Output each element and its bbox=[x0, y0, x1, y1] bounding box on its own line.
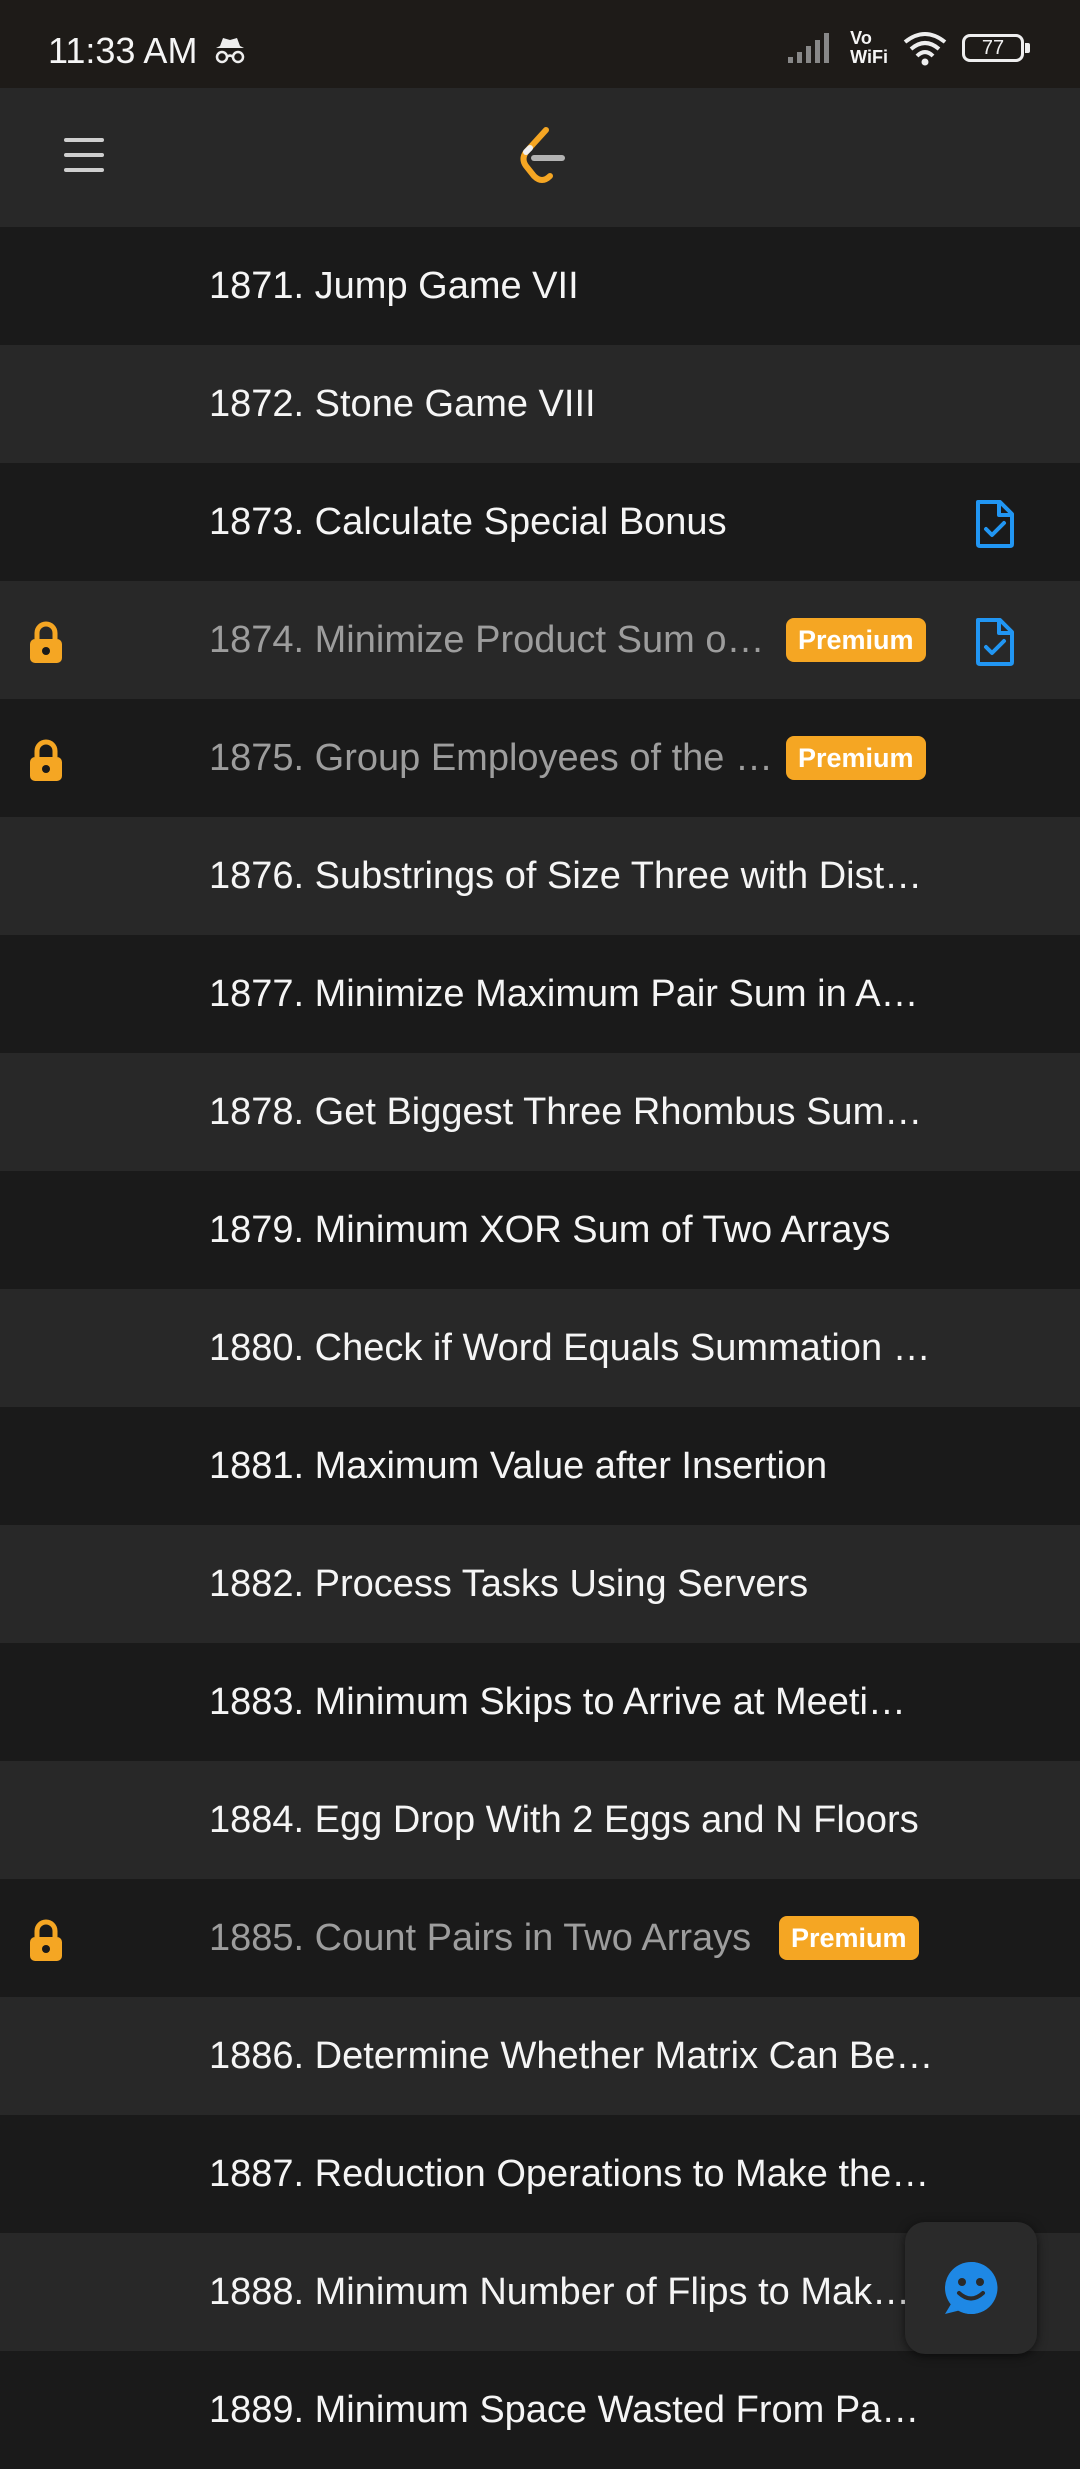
problem-row[interactable]: 1886. Determine Whether Matrix Can Be… bbox=[0, 1997, 1080, 2115]
problem-row[interactable]: 1882. Process Tasks Using Servers bbox=[0, 1525, 1080, 1643]
problem-row[interactable]: 1874. Minimize Product Sum o… Premium bbox=[0, 581, 1080, 699]
problem-title: 1885. Count Pairs in Two Arrays bbox=[209, 1917, 752, 1959]
problem-row[interactable]: 1884. Egg Drop With 2 Eggs and N Floors bbox=[0, 1761, 1080, 1879]
problem-row[interactable]: 1876. Substrings of Size Three with Dist… bbox=[0, 817, 1080, 935]
problem-row[interactable]: 1871. Jump Game VII bbox=[0, 227, 1080, 345]
problem-title: 1873. Calculate Special Bonus bbox=[209, 501, 727, 543]
problem-row[interactable]: 1885. Count Pairs in Two Arrays Premium bbox=[0, 1879, 1080, 1997]
premium-badge: Premium bbox=[779, 1916, 919, 1960]
problem-list: 1871. Jump Game VII 1872. Stone Game VIII… bbox=[0, 227, 1080, 2469]
problem-row[interactable]: 1887. Reduction Operations to Make the… bbox=[0, 2115, 1080, 2233]
problem-row[interactable]: 1873. Calculate Special Bonus bbox=[0, 463, 1080, 581]
problem-title: 1883. Minimum Skips to Arrive at Meeti… bbox=[209, 1681, 906, 1723]
problem-row[interactable]: 1877. Minimize Maximum Pair Sum in A… bbox=[0, 935, 1080, 1053]
incognito-icon bbox=[215, 38, 245, 64]
problem-title: 1884. Egg Drop With 2 Eggs and N Floors bbox=[209, 1799, 919, 1841]
problem-title: 1882. Process Tasks Using Servers bbox=[209, 1563, 809, 1605]
status-time: 11:33 AM bbox=[48, 30, 198, 71]
lock-icon bbox=[26, 739, 66, 788]
leetcode-logo bbox=[520, 127, 565, 183]
problem-title: 1877. Minimize Maximum Pair Sum in A… bbox=[209, 973, 919, 1015]
solution-doc-icon bbox=[972, 498, 1018, 555]
premium-badge: Premium bbox=[786, 618, 926, 662]
wifi-icon bbox=[903, 32, 947, 66]
problem-title: 1881. Maximum Value after Insertion bbox=[209, 1445, 828, 1487]
premium-badge: Premium bbox=[786, 736, 926, 780]
problem-row[interactable]: 1872. Stone Game VIII bbox=[0, 345, 1080, 463]
app-bar bbox=[0, 88, 1080, 227]
problem-title: 1886. Determine Whether Matrix Can Be… bbox=[209, 2035, 934, 2077]
problem-title: 1887. Reduction Operations to Make the… bbox=[209, 2153, 930, 2195]
vowifi-top: Vo bbox=[850, 28, 872, 48]
feedback-button[interactable] bbox=[905, 2222, 1037, 2354]
vowifi-indicator: Vo WiFi bbox=[850, 29, 888, 67]
vowifi-bottom: WiFi bbox=[850, 47, 888, 67]
problem-title: 1871. Jump Game VII bbox=[209, 265, 579, 307]
solution-doc-icon bbox=[972, 616, 1018, 673]
problem-row[interactable]: 1881. Maximum Value after Insertion bbox=[0, 1407, 1080, 1525]
problem-title: 1878. Get Biggest Three Rhombus Sum… bbox=[209, 1091, 923, 1133]
smiley-chat-icon bbox=[945, 2261, 998, 2314]
problem-row[interactable]: 1875. Group Employees of the … Premium bbox=[0, 699, 1080, 817]
problem-row[interactable]: 1883. Minimum Skips to Arrive at Meeti… bbox=[0, 1643, 1080, 1761]
problem-title: 1872. Stone Game VIII bbox=[209, 383, 596, 425]
problem-title: 1889. Minimum Space Wasted From Pa… bbox=[209, 2389, 920, 2431]
problem-title: 1876. Substrings of Size Three with Dist… bbox=[209, 855, 923, 897]
problem-row[interactable]: 1878. Get Biggest Three Rhombus Sum… bbox=[0, 1053, 1080, 1171]
problem-title: 1875. Group Employees of the … bbox=[209, 737, 773, 779]
problem-title: 1879. Minimum XOR Sum of Two Arrays bbox=[209, 1209, 891, 1251]
problem-title: 1880. Check if Word Equals Summation … bbox=[209, 1327, 931, 1369]
problem-row[interactable]: 1880. Check if Word Equals Summation … bbox=[0, 1289, 1080, 1407]
lock-icon bbox=[26, 621, 66, 670]
problem-title: 1874. Minimize Product Sum o… bbox=[209, 619, 765, 661]
problem-row[interactable]: 1889. Minimum Space Wasted From Pa… bbox=[0, 2351, 1080, 2469]
problem-row[interactable]: 1879. Minimum XOR Sum of Two Arrays bbox=[0, 1171, 1080, 1289]
problem-title: 1888. Minimum Number of Flips to Mak… bbox=[209, 2271, 911, 2313]
lock-icon bbox=[26, 1919, 66, 1968]
battery-indicator: 77 bbox=[962, 34, 1030, 62]
signal-icon bbox=[788, 33, 830, 63]
status-bar: 11:33 AM Vo WiFi 77 bbox=[0, 0, 1080, 88]
menu-icon[interactable] bbox=[64, 138, 104, 174]
